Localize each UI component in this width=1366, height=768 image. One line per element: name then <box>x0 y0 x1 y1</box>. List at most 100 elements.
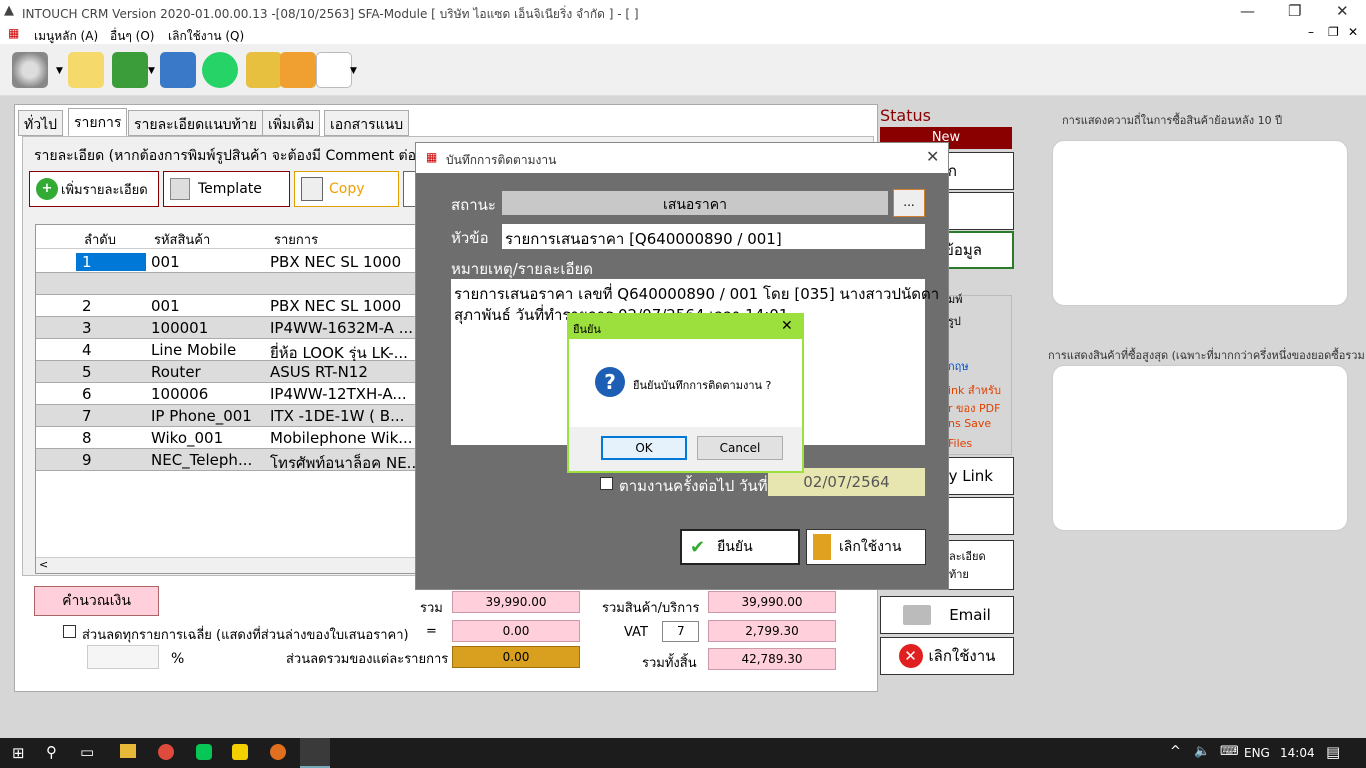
detail-header: รายละเอียด (หากต้องการพิมพ์รูปสินค้า จะต… <box>34 148 425 164</box>
calculate-button[interactable]: คำนวณเงิน <box>34 586 159 616</box>
table-row[interactable]: 2 001 PBX NEC SL 1000 <box>36 295 424 317</box>
restore-icon[interactable]: ❐ <box>1288 2 1301 20</box>
money-bag-icon[interactable] <box>112 52 148 88</box>
chart2-title: การแสดงสินค้าที่ซื้อสูงสุด (เฉพาะที่มากก… <box>1048 349 1365 362</box>
settings-gear-icon[interactable] <box>12 52 48 88</box>
avg-discount-label: ส่วนลดทุกรายการเฉลี่ย (แสดงที่ส่วนล่างขอ… <box>82 628 409 643</box>
followup-dialog-titlebar: ▦ บันทึกการติดตามงาน ✕ <box>416 143 948 173</box>
chevron-down-icon[interactable]: ▼ <box>148 66 155 76</box>
items-table: ลำดับ รหัสสินค้า รายการ ▶ 1001PBX NEC SL… <box>35 224 425 574</box>
line-app-icon[interactable] <box>196 744 212 760</box>
table-row[interactable]: 9 NEC_Teleph... โทรศัพท์อนาล็อค NE... <box>36 449 424 472</box>
pdf-note-4: Files <box>948 437 973 450</box>
pin-icon[interactable] <box>280 52 316 88</box>
tab-more[interactable]: เพิ่มเติม <box>262 110 321 136</box>
ticket-icon[interactable] <box>246 52 282 88</box>
toolbar: ▼ ▼ ▼ <box>0 44 1366 96</box>
pdf-note-2: r ของ PDF <box>948 402 1001 415</box>
tab-items[interactable]: รายการ <box>68 108 128 136</box>
whatsapp-icon[interactable] <box>202 52 238 88</box>
chevron-down-icon[interactable]: ▼ <box>56 66 63 76</box>
status-field[interactable]: เสนอราคา <box>502 191 888 215</box>
email-button[interactable]: Email <box>880 596 1014 634</box>
task-view-icon[interactable]: ▭ <box>80 743 94 761</box>
table-row[interactable]: 1 001 PBX NEC SL 1000 <box>36 251 424 273</box>
chevron-left-icon[interactable]: < <box>39 558 48 571</box>
chart-icon[interactable] <box>160 52 196 88</box>
copy-button[interactable]: Copy <box>294 171 399 207</box>
report-icon[interactable] <box>316 52 352 88</box>
avg-discount-checkbox[interactable] <box>63 625 76 638</box>
mail-icon <box>903 605 932 625</box>
note-label: หมายเหตุ/รายละเอียด <box>451 260 593 278</box>
table-row[interactable]: 6 100006 IP4WW-12TXH-A... <box>36 383 424 405</box>
table-row[interactable]: 5 Router ASUS RT-N12 <box>36 361 424 383</box>
notification-icon[interactable]: ▤ <box>1326 743 1340 761</box>
col-no[interactable]: ลำดับ <box>84 229 116 250</box>
chevron-up-icon[interactable]: ^ <box>1170 744 1181 759</box>
confirm-title: ยืนยัน <box>573 323 601 336</box>
dialog-confirm-button[interactable]: ✔ ยืนยัน <box>680 529 800 565</box>
question-icon: ? <box>595 367 625 397</box>
network-icon[interactable]: ⌨ <box>1220 744 1239 759</box>
tab-general[interactable]: ทั่วไป <box>18 110 64 136</box>
copy-icon <box>301 177 323 201</box>
close-icon[interactable]: ✕ <box>1336 2 1349 20</box>
mdi-restore-icon[interactable]: ❐ <box>1328 25 1339 39</box>
mdi-close-icon[interactable]: ✕ <box>1348 25 1358 39</box>
search-icon[interactable]: ⚲ <box>46 743 57 761</box>
horizontal-scrollbar[interactable]: < <box>36 557 424 573</box>
template-button[interactable]: Template <box>163 171 290 207</box>
chevron-down-icon[interactable]: ▼ <box>350 66 357 76</box>
minimize-icon[interactable]: — <box>1240 2 1255 20</box>
item-discount-label: ส่วนลดรวมของแต่ละรายการ <box>286 652 449 667</box>
quit-button[interactable]: ✕ เลิกใช้งาน <box>880 637 1014 675</box>
ok-button[interactable]: OK <box>601 436 687 460</box>
followup-checkbox[interactable] <box>600 477 613 490</box>
file-explorer-icon[interactable] <box>120 744 136 758</box>
tab-documents[interactable]: เอกสารแนบ <box>324 110 410 136</box>
table-row[interactable] <box>36 273 424 295</box>
image-option[interactable]: รูป <box>948 312 961 330</box>
close-icon[interactable]: ✕ <box>781 318 793 334</box>
volume-icon[interactable]: 🔈 <box>1194 744 1210 759</box>
chrome-icon[interactable] <box>158 744 174 760</box>
table-row[interactable]: 4 Line Mobile ยี่ห้อ LOOK รุ่น LK-... <box>36 339 424 362</box>
language-indicator[interactable]: ENG <box>1244 746 1270 760</box>
quotation-icon[interactable] <box>68 52 104 88</box>
filezilla-icon[interactable] <box>232 744 248 760</box>
dialog-cancel-button[interactable]: เลิกใช้งาน <box>806 529 926 565</box>
windows-start-icon[interactable]: ⊞ <box>12 744 25 762</box>
table-row[interactable]: 3 100001 IP4WW-1632M-A ... <box>36 317 424 339</box>
door-exit-icon <box>813 534 831 560</box>
cancel-button[interactable]: Cancel <box>697 436 783 460</box>
template-label: Template <box>198 181 262 197</box>
intouch-crm-taskbar-icon[interactable] <box>300 738 330 768</box>
template-icon <box>170 178 190 200</box>
add-detail-button[interactable]: + เพิ่มรายละเอียด <box>29 171 159 207</box>
table-row[interactable]: 7 IP Phone_001 ITX -1DE-1W ( B... <box>36 405 424 427</box>
table-header: ลำดับ รหัสสินค้า รายการ <box>36 225 424 250</box>
check-icon: ✔ <box>690 536 706 558</box>
purchase-frequency-chart <box>1052 140 1348 306</box>
col-item[interactable]: รายการ <box>274 229 318 250</box>
status-browse-button[interactable]: ... <box>893 189 925 217</box>
followup-label: ตามงานครั้งต่อไป วันที่ <box>619 477 768 495</box>
avg-discount-value[interactable]: 0.00 <box>452 620 580 642</box>
tab-attachment-detail[interactable]: รายละเอียดแนบท้าย <box>128 110 263 136</box>
vat-label: VAT <box>624 625 648 640</box>
app-orange-icon[interactable] <box>270 744 286 760</box>
percent-input[interactable] <box>87 645 159 669</box>
subject-label: หัวข้อ <box>451 229 489 247</box>
close-icon[interactable]: ✕ <box>926 147 939 166</box>
english-option[interactable]: กฤษ <box>948 357 969 375</box>
vat-rate-input[interactable]: 7 <box>662 621 699 642</box>
subject-input[interactable]: รายการเสนอราคา [Q640000890 / 001] <box>502 224 925 249</box>
mdi-minimize-icon[interactable]: – <box>1308 25 1314 39</box>
window-title: INTOUCH CRM Version 2020-01.00.00.13 -[0… <box>22 7 639 21</box>
sum-label: รวม <box>420 601 443 616</box>
table-row[interactable]: 8 Wiko_001 Mobilephone Wik... <box>36 427 424 449</box>
status-field-label: สถานะ <box>451 196 496 214</box>
col-code[interactable]: รหัสสินค้า <box>154 229 210 250</box>
clock[interactable]: 14:04 <box>1280 746 1315 760</box>
